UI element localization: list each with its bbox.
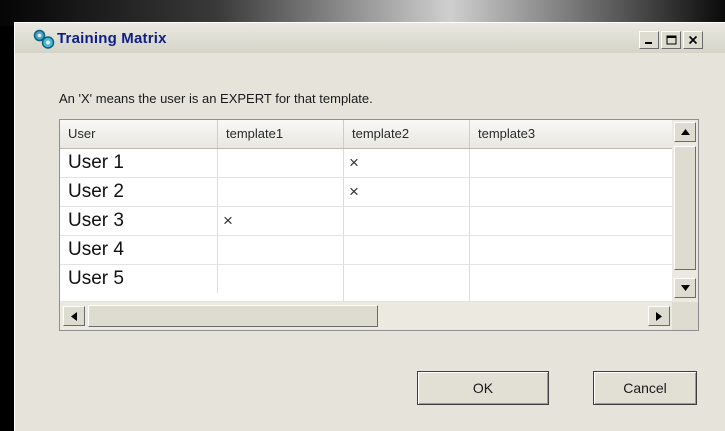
- table-row[interactable]: User 1 ×: [60, 149, 672, 178]
- arrow-up-icon: [680, 129, 690, 135]
- arrow-down-icon: [680, 285, 690, 291]
- instructions-label: An 'X' means the user is an EXPERT for t…: [59, 91, 373, 106]
- template3-cell[interactable]: [470, 178, 672, 206]
- column-header-template2[interactable]: template2: [344, 120, 470, 148]
- maximize-icon: [666, 35, 676, 45]
- column-header-template1[interactable]: template1: [218, 120, 344, 148]
- template3-cell[interactable]: [470, 236, 672, 264]
- template3-cell[interactable]: [470, 265, 672, 293]
- minimize-button[interactable]: [639, 31, 659, 49]
- arrow-right-icon: [656, 311, 662, 321]
- horizontal-scroll-thumb[interactable]: [88, 305, 378, 327]
- template3-cell[interactable]: [470, 149, 672, 177]
- maximize-button[interactable]: [661, 31, 681, 49]
- user-cell[interactable]: User 3: [60, 207, 218, 235]
- user-cell[interactable]: User 2: [60, 178, 218, 206]
- table-row[interactable]: User 4: [60, 236, 672, 265]
- gears-icon: [33, 29, 55, 49]
- template2-cell[interactable]: ×: [344, 178, 470, 206]
- template1-cell[interactable]: [218, 178, 344, 206]
- arrow-left-icon: [71, 311, 77, 321]
- cancel-button[interactable]: Cancel: [593, 371, 697, 405]
- close-button[interactable]: [683, 31, 703, 49]
- user-cell[interactable]: User 4: [60, 236, 218, 264]
- scrollbar-corner: [672, 302, 698, 330]
- template1-cell[interactable]: [218, 149, 344, 177]
- scroll-up-button[interactable]: [674, 122, 696, 142]
- user-cell[interactable]: User 1: [60, 149, 218, 177]
- training-matrix-dialog: Training Matrix An 'X' means the user is…: [14, 22, 725, 431]
- vertical-scroll-thumb[interactable]: [674, 146, 696, 270]
- column-header-template3[interactable]: template3: [470, 120, 672, 148]
- title-bar[interactable]: Training Matrix: [15, 23, 725, 53]
- column-header-user[interactable]: User: [60, 120, 218, 148]
- template1-cell[interactable]: [218, 236, 344, 264]
- window-controls: [639, 31, 703, 49]
- scroll-right-button[interactable]: [648, 306, 670, 326]
- table-row[interactable]: User 5: [60, 265, 672, 302]
- template3-cell[interactable]: [470, 207, 672, 235]
- template2-cell[interactable]: [344, 207, 470, 235]
- table-row[interactable]: User 3 ×: [60, 207, 672, 236]
- window-title: Training Matrix: [57, 30, 167, 47]
- template2-cell[interactable]: [344, 265, 470, 302]
- table-row[interactable]: User 2 ×: [60, 178, 672, 207]
- template2-cell[interactable]: ×: [344, 149, 470, 177]
- scroll-down-button[interactable]: [674, 278, 696, 298]
- close-icon: [688, 35, 698, 45]
- template2-cell[interactable]: [344, 236, 470, 264]
- minimize-icon: [645, 42, 652, 44]
- user-cell[interactable]: User 5: [60, 265, 218, 293]
- vertical-scrollbar[interactable]: [672, 120, 698, 302]
- training-matrix-grid[interactable]: User template1 template2 template3 User …: [59, 119, 699, 331]
- ok-button[interactable]: OK: [417, 371, 549, 405]
- grid-header: User template1 template2 template3: [60, 120, 672, 149]
- template1-cell[interactable]: [218, 265, 344, 302]
- scroll-left-button[interactable]: [63, 306, 85, 326]
- horizontal-scrollbar[interactable]: [60, 302, 672, 330]
- template1-cell[interactable]: ×: [218, 207, 344, 235]
